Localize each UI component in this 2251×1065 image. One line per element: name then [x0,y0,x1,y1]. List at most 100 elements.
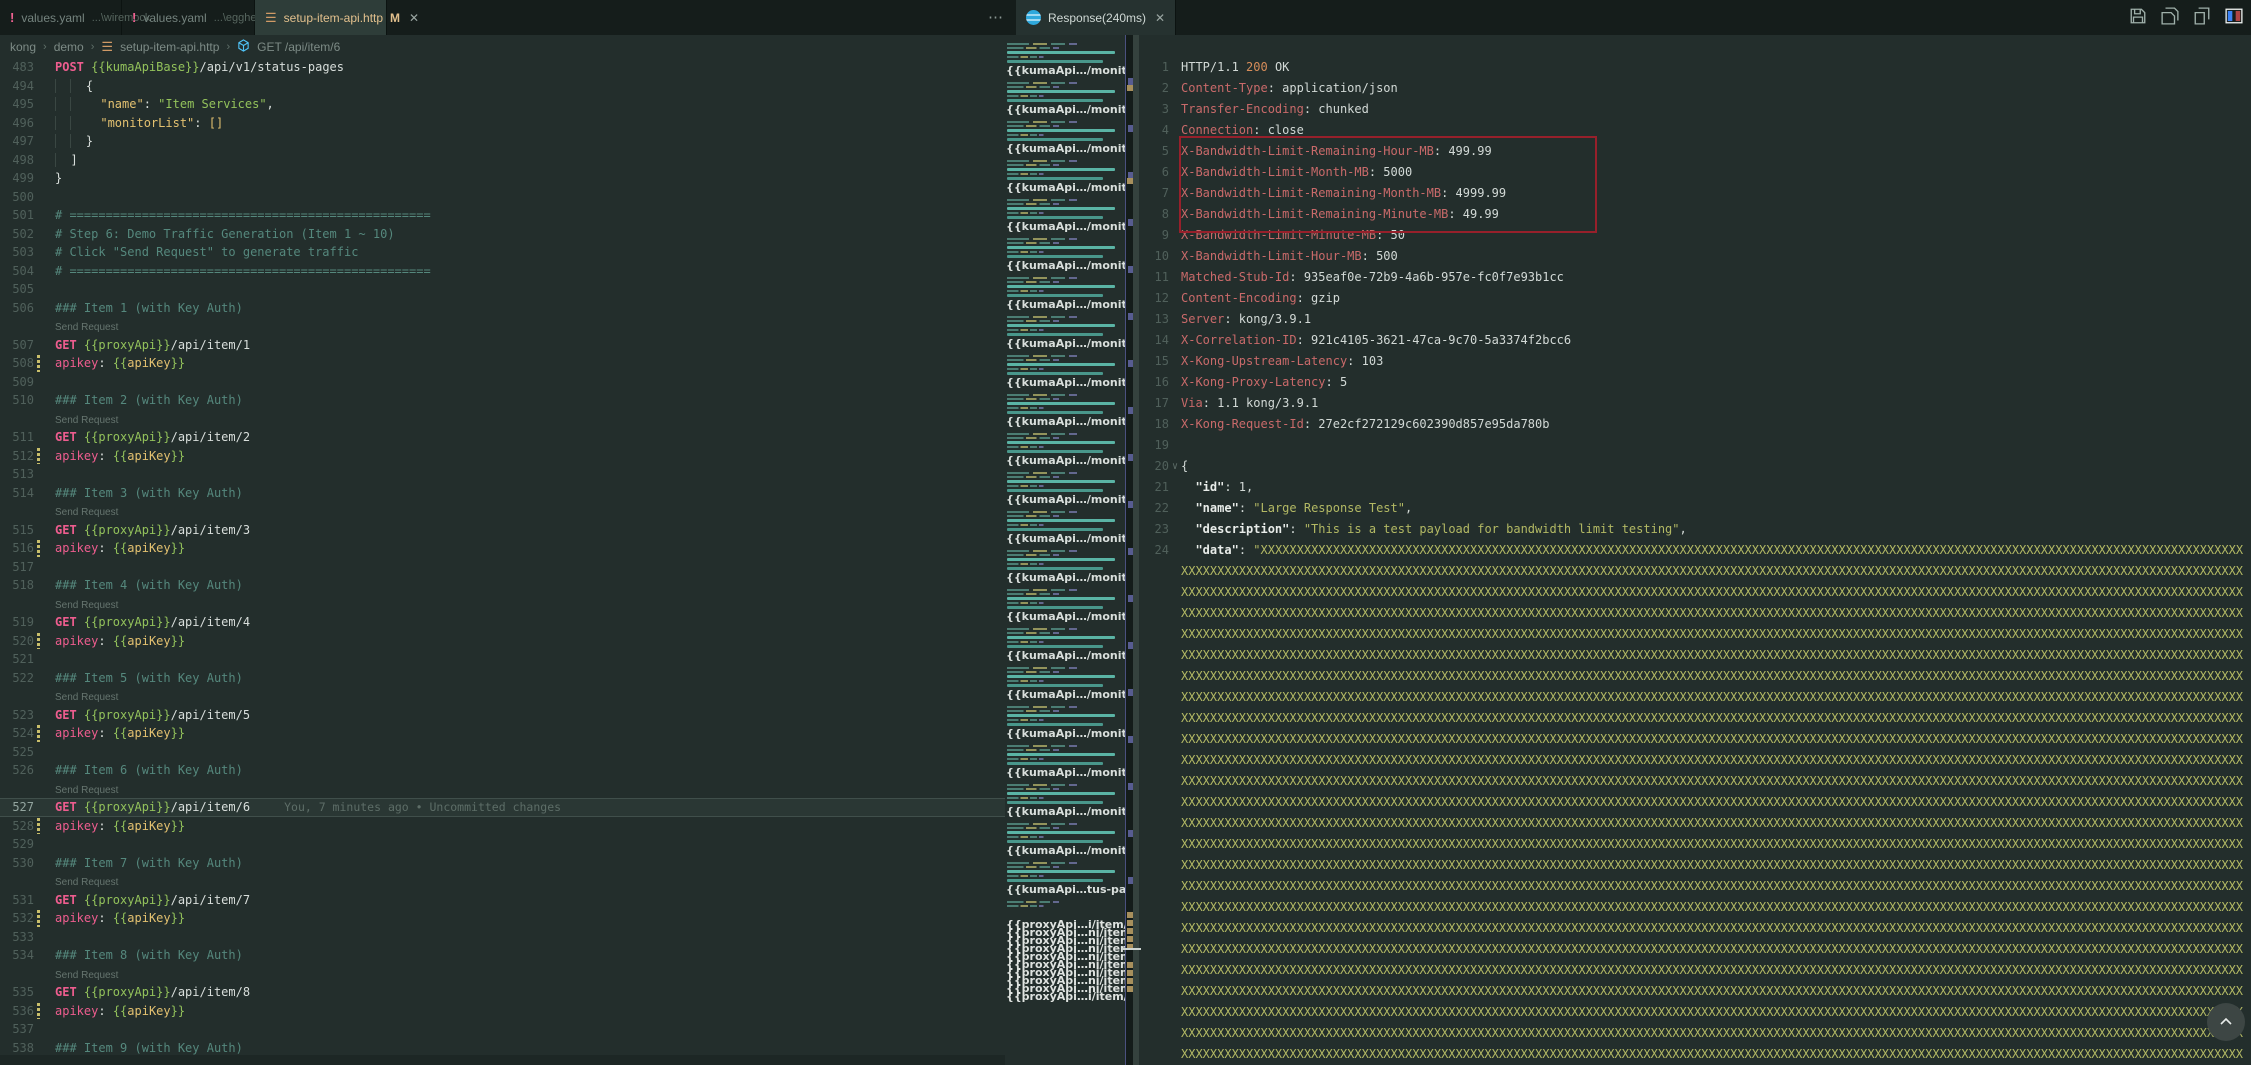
codelens-row[interactable]: Send Request [0,780,1005,799]
response-line[interactable]: 15X-Kong-Upstream-Latency: 103 [1139,351,2251,372]
code-line[interactable]: 520apikey: {{apiKey}} [0,632,1005,651]
code-line[interactable]: 498 ] [0,151,1005,170]
send-request-codelens[interactable]: Send Request [55,600,118,611]
fold-chevron-icon[interactable]: ∨ [1169,456,1181,477]
response-wrapped-line[interactable]: XXXXXXXXXXXXXXXXXXXXXXXXXXXXXXXXXXXXXXXX… [1139,939,2251,960]
code-line[interactable]: 531GET {{proxyApi}}/api/item/7 [0,891,1005,910]
code-line[interactable]: 508apikey: {{apiKey}} [0,354,1005,373]
response-line[interactable]: 8X-Bandwidth-Limit-Remaining-Minute-MB: … [1139,204,2251,225]
code-line[interactable]: 523GET {{proxyApi}}/api/item/5 [0,706,1005,725]
response-line[interactable]: 1HTTP/1.1 200 OK [1139,57,2251,78]
response-line[interactable]: 10X-Bandwidth-Limit-Hour-MB: 500 [1139,246,2251,267]
code-line[interactable]: 504# ===================================… [0,262,1005,281]
codelens-row[interactable]: Send Request [0,965,1005,984]
code-line[interactable]: 483POST {{kumaApiBase}}/api/v1/status-pa… [0,58,1005,77]
split-editor-icon[interactable] [2225,7,2243,25]
code-line[interactable]: 502# Step 6: Demo Traffic Generation (It… [0,225,1005,244]
breadcrumb-item[interactable]: demo [54,40,84,54]
tab-setup-item-api-http[interactable]: ☰ setup-item-api.http M ✕ [255,0,387,35]
horizontal-scrollbar[interactable] [0,1055,1005,1065]
response-wrapped-line[interactable]: XXXXXXXXXXXXXXXXXXXXXXXXXXXXXXXXXXXXXXXX… [1139,855,2251,876]
response-pane[interactable]: 1HTTP/1.1 200 OK2Content-Type: applicati… [1139,35,2251,1065]
response-line[interactable]: 3Transfer-Encoding: chunked [1139,99,2251,120]
send-request-codelens[interactable]: Send Request [55,970,118,981]
response-line[interactable]: 11Matched-Stub-Id: 935eaf0e-72b9-4a6b-95… [1139,267,2251,288]
tab-values-yaml-wiremock[interactable]: ! values.yaml ...\wiremock [0,0,122,35]
send-request-codelens[interactable]: Send Request [55,692,118,703]
code-line[interactable]: 533 [0,928,1005,947]
code-line[interactable]: 522### Item 5 (with Key Auth) [0,669,1005,688]
codelens-row[interactable]: Send Request [0,317,1005,336]
response-line[interactable]: 23 "description": "This is a test payloa… [1139,519,2251,540]
tab-response[interactable]: Response(240ms) ✕ [1016,0,1176,35]
code-line[interactable]: 512apikey: {{apiKey}} [0,447,1005,466]
response-wrapped-line[interactable]: XXXXXXXXXXXXXXXXXXXXXXXXXXXXXXXXXXXXXXXX… [1139,729,2251,750]
response-wrapped-line[interactable]: XXXXXXXXXXXXXXXXXXXXXXXXXXXXXXXXXXXXXXXX… [1139,603,2251,624]
more-actions-icon[interactable]: ⋯ [988,8,1003,26]
send-request-codelens[interactable]: Send Request [55,785,118,796]
send-request-codelens[interactable]: Send Request [55,507,118,518]
response-wrapped-line[interactable]: XXXXXXXXXXXXXXXXXXXXXXXXXXXXXXXXXXXXXXXX… [1139,771,2251,792]
response-wrapped-line[interactable]: XXXXXXXXXXXXXXXXXXXXXXXXXXXXXXXXXXXXXXXX… [1139,813,2251,834]
response-line[interactable]: 22 "name": "Large Response Test", [1139,498,2251,519]
code-line[interactable]: 507GET {{proxyApi}}/api/item/1 [0,336,1005,355]
response-wrapped-line[interactable]: XXXXXXXXXXXXXXXXXXXXXXXXXXXXXXXXXXXXXXXX… [1139,666,2251,687]
code-line[interactable]: 519GET {{proxyApi}}/api/item/4 [0,613,1005,632]
response-wrapped-line[interactable]: XXXXXXXXXXXXXXXXXXXXXXXXXXXXXXXXXXXXXXXX… [1139,561,2251,582]
codelens-row[interactable]: Send Request [0,595,1005,614]
tab-values-yaml-egghead[interactable]: ! values.yaml ...\egghead-bro [122,0,255,35]
code-line[interactable]: 516apikey: {{apiKey}} [0,539,1005,558]
response-wrapped-line[interactable]: XXXXXXXXXXXXXXXXXXXXXXXXXXXXXXXXXXXXXXXX… [1139,960,2251,981]
close-icon[interactable]: ✕ [1155,11,1165,25]
scroll-to-top-button[interactable] [2207,1003,2245,1041]
response-line[interactable]: 5X-Bandwidth-Limit-Remaining-Hour-MB: 49… [1139,141,2251,162]
code-line[interactable]: 503# Click "Send Request" to generate tr… [0,243,1005,262]
send-request-codelens[interactable]: Send Request [55,877,118,888]
code-line[interactable]: 526### Item 6 (with Key Auth) [0,761,1005,780]
minimap[interactable]: {{kumaApi…/monitors{{kumaApi…/monitors{{… [1005,35,1125,1065]
code-line[interactable]: 517 [0,558,1005,577]
response-wrapped-line[interactable]: XXXXXXXXXXXXXXXXXXXXXXXXXXXXXXXXXXXXXXXX… [1139,1044,2251,1065]
codelens-row[interactable]: Send Request [0,872,1005,891]
send-request-codelens[interactable]: Send Request [55,322,118,333]
response-wrapped-line[interactable]: XXXXXXXXXXXXXXXXXXXXXXXXXXXXXXXXXXXXXXXX… [1139,624,2251,645]
response-wrapped-line[interactable]: XXXXXXXXXXXXXXXXXXXXXXXXXXXXXXXXXXXXXXXX… [1139,876,2251,897]
response-wrapped-line[interactable]: XXXXXXXXXXXXXXXXXXXXXXXXXXXXXXXXXXXXXXXX… [1139,687,2251,708]
code-line[interactable]: 537 [0,1020,1005,1039]
code-line[interactable]: 536apikey: {{apiKey}} [0,1002,1005,1021]
response-line[interactable]: 2Content-Type: application/json [1139,78,2251,99]
response-wrapped-line[interactable]: XXXXXXXXXXXXXXXXXXXXXXXXXXXXXXXXXXXXXXXX… [1139,708,2251,729]
code-line[interactable]: 525 [0,743,1005,762]
code-line[interactable]: 524apikey: {{apiKey}} [0,724,1005,743]
code-line[interactable]: 509 [0,373,1005,392]
response-line[interactable]: 16X-Kong-Proxy-Latency: 5 [1139,372,2251,393]
code-line[interactable]: 515GET {{proxyApi}}/api/item/3 [0,521,1005,540]
response-wrapped-line[interactable]: XXXXXXXXXXXXXXXXXXXXXXXXXXXXXXXXXXXXXXXX… [1139,1023,2251,1044]
response-line[interactable]: 6X-Bandwidth-Limit-Month-MB: 5000 [1139,162,2251,183]
close-icon[interactable]: ✕ [409,11,419,25]
response-wrapped-line[interactable]: XXXXXXXXXXXXXXXXXXXXXXXXXXXXXXXXXXXXXXXX… [1139,981,2251,1002]
code-line[interactable]: 538### Item 9 (with Key Auth) [0,1039,1005,1056]
code-line[interactable]: 530### Item 7 (with Key Auth) [0,854,1005,873]
codelens-row[interactable]: Send Request [0,687,1005,706]
response-line[interactable]: 20∨{ [1139,456,2251,477]
save-response-body-icon[interactable] [2161,7,2179,25]
breadcrumb-item[interactable]: setup-item-api.http [120,40,219,54]
response-line[interactable]: 24 "data": "XXXXXXXXXXXXXXXXXXXXXXXXXXXX… [1139,540,2251,561]
code-line[interactable]: 497 } [0,132,1005,151]
response-line[interactable]: 4Connection: close [1139,120,2251,141]
copy-response-body-icon[interactable] [2193,7,2211,25]
response-wrapped-line[interactable]: XXXXXXXXXXXXXXXXXXXXXXXXXXXXXXXXXXXXXXXX… [1139,582,2251,603]
code-line[interactable]: 521 [0,650,1005,669]
send-request-codelens[interactable]: Send Request [55,415,118,426]
response-wrapped-line[interactable]: XXXXXXXXXXXXXXXXXXXXXXXXXXXXXXXXXXXXXXXX… [1139,834,2251,855]
response-line[interactable]: 7X-Bandwidth-Limit-Remaining-Month-MB: 4… [1139,183,2251,204]
response-line[interactable]: 13Server: kong/3.9.1 [1139,309,2251,330]
save-response-icon[interactable] [2129,7,2147,25]
response-line[interactable]: 14X-Correlation-ID: 921c4105-3621-47ca-9… [1139,330,2251,351]
response-wrapped-line[interactable]: XXXXXXXXXXXXXXXXXXXXXXXXXXXXXXXXXXXXXXXX… [1139,918,2251,939]
code-line[interactable]: 511GET {{proxyApi}}/api/item/2 [0,428,1005,447]
response-line[interactable]: 19 [1139,435,2251,456]
code-line[interactable]: 494 { [0,77,1005,96]
response-line[interactable]: 12Content-Encoding: gzip [1139,288,2251,309]
